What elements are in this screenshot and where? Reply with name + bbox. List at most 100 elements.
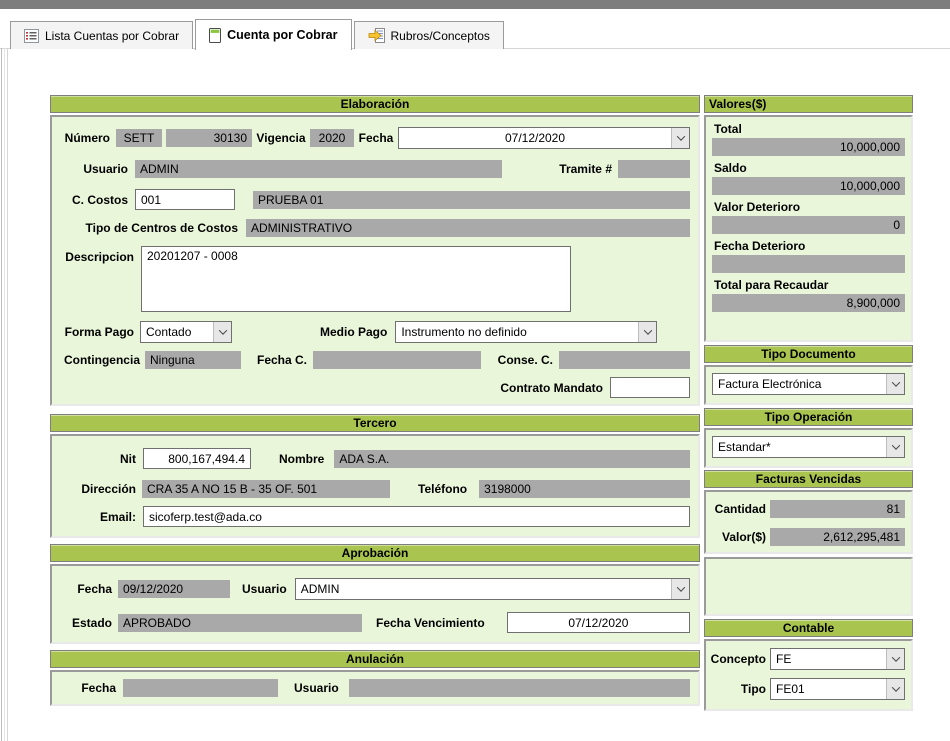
tipo-centros-label: Tipo de Centros de Costos xyxy=(60,221,238,235)
concepto-label: Concepto xyxy=(708,652,766,666)
tab-lista-cuentas-por-cobrar[interactable]: Lista Cuentas por Cobrar xyxy=(10,21,193,49)
total-label: Total xyxy=(714,122,905,136)
c-costos-input[interactable] xyxy=(135,189,235,210)
saldo-field: 10,000,000 xyxy=(712,177,905,195)
valor-deterioro-field: 0 xyxy=(712,216,905,234)
section-header-valores: Valores($) xyxy=(704,95,913,113)
empty-panel xyxy=(704,557,913,616)
fecha-vencimiento-input[interactable] xyxy=(507,612,690,633)
tramite-field xyxy=(618,160,690,178)
total-field: 10,000,000 xyxy=(712,138,905,156)
side-column: Valores($) Total 10,000,000 Saldo 10,000… xyxy=(704,95,913,711)
section-header-tercero: Tercero xyxy=(50,414,700,432)
tab-cuenta-por-cobrar[interactable]: Cuenta por Cobrar xyxy=(195,19,351,50)
tab-bar: Lista Cuentas por Cobrar Cuenta por Cobr… xyxy=(10,18,504,49)
estado-field: APROBADO xyxy=(118,614,362,632)
forma-pago-combobox[interactable]: Contado xyxy=(140,321,232,343)
telefono-field: 3198000 xyxy=(479,480,690,498)
fecha-c-label: Fecha C. xyxy=(249,353,307,367)
section-header-facturas-vencidas: Facturas Vencidas xyxy=(704,470,913,488)
section-header-elaboracion: Elaboración xyxy=(50,95,700,113)
window-top-strip xyxy=(0,0,950,9)
fecha-vencimiento-label: Fecha Vencimiento xyxy=(376,616,485,630)
medio-pago-label: Medio Pago xyxy=(320,325,387,339)
valor-label: Valor($) xyxy=(708,530,766,544)
chevron-down-icon[interactable] xyxy=(213,322,231,342)
usuario-label: Usuario xyxy=(60,162,128,176)
fecha-deterioro-label: Fecha Deterioro xyxy=(714,239,905,253)
anulacion-usuario-label: Usuario xyxy=(294,681,339,695)
vigencia-field: 2020 xyxy=(310,129,354,147)
cantidad-label: Cantidad xyxy=(708,502,766,516)
anulacion-usuario-field xyxy=(349,679,690,697)
direccion-label: Dirección xyxy=(60,482,136,496)
tipo-documento-combobox[interactable]: Factura Electrónica xyxy=(712,373,905,395)
tab-label: Lista Cuentas por Cobrar xyxy=(45,29,179,43)
aprobacion-usuario-label: Usuario xyxy=(242,582,287,596)
tipo-operacion-value: Estandar* xyxy=(713,437,886,457)
vigencia-label: Vigencia xyxy=(252,131,310,145)
aprobacion-fecha-label: Fecha xyxy=(60,582,112,596)
c-costos-name-field: PRUEBA 01 xyxy=(253,191,690,209)
forma-pago-value: Contado xyxy=(141,322,213,342)
fecha-deterioro-field xyxy=(712,255,905,273)
cantidad-field: 81 xyxy=(770,500,905,518)
usuario-field: ADMIN xyxy=(135,160,502,178)
section-facturas-vencidas: Cantidad 81 Valor($) 2,612,295,481 xyxy=(704,490,913,554)
anulacion-fecha-label: Fecha xyxy=(60,681,116,695)
chevron-down-icon[interactable] xyxy=(886,679,904,699)
aprobacion-usuario-combobox[interactable]: ADMIN xyxy=(295,578,690,600)
section-anulacion: Fecha Usuario xyxy=(50,670,700,706)
concepto-combobox[interactable]: FE xyxy=(770,648,905,670)
chevron-down-icon[interactable] xyxy=(671,128,689,148)
saldo-label: Saldo xyxy=(714,161,905,175)
total-recaudar-label: Total para Recaudar xyxy=(714,278,905,292)
section-aprobacion: Fecha 09/12/2020 Usuario ADMIN Estado AP… xyxy=(50,564,700,644)
contrato-mandato-input[interactable] xyxy=(610,377,690,398)
chevron-down-icon[interactable] xyxy=(886,374,904,394)
medio-pago-combobox[interactable]: Instrumento no definido xyxy=(395,321,657,343)
panel-left-edge xyxy=(1,48,5,741)
medio-pago-value: Instrumento no definido xyxy=(396,322,638,342)
section-contable: Concepto FE Tipo FE01 xyxy=(704,639,913,711)
c-costos-label: C. Costos xyxy=(60,193,128,207)
main-form-column: Elaboración Número SETT 30130 Vigencia 2… xyxy=(50,95,700,706)
tipo-centros-field: ADMINISTRATIVO xyxy=(246,219,690,237)
aprobacion-fecha-field: 09/12/2020 xyxy=(118,580,230,598)
tipo-combobox[interactable]: FE01 xyxy=(770,678,905,700)
fecha-label: Fecha xyxy=(354,131,398,145)
chevron-down-icon[interactable] xyxy=(671,579,689,599)
chevron-down-icon[interactable] xyxy=(886,649,904,669)
section-header-aprobacion: Aprobación xyxy=(50,544,700,562)
numero-label: Número xyxy=(60,131,110,145)
list-icon xyxy=(24,29,39,43)
descripcion-textarea[interactable]: 20201207 - 0008 xyxy=(141,246,571,312)
section-header-tipo-documento: Tipo Documento xyxy=(704,345,913,363)
arrow-doc-icon xyxy=(368,28,385,43)
nit-input[interactable] xyxy=(143,448,251,469)
valor-field: 2,612,295,481 xyxy=(770,528,905,546)
tramite-label: Tramite # xyxy=(502,162,618,176)
chevron-down-icon[interactable] xyxy=(638,322,656,342)
concepto-value: FE xyxy=(771,649,886,669)
tab-label: Cuenta por Cobrar xyxy=(227,28,337,42)
tipo-operacion-combobox[interactable]: Estandar* xyxy=(712,436,905,458)
tab-rubros-conceptos[interactable]: Rubros/Conceptos xyxy=(354,21,504,49)
fecha-combobox[interactable]: 07/12/2020 xyxy=(398,127,690,149)
tab-label: Rubros/Conceptos xyxy=(391,29,490,43)
anulacion-fecha-field xyxy=(123,679,278,697)
tipo-value: FE01 xyxy=(771,679,886,699)
section-tipo-documento: Factura Electrónica xyxy=(704,365,913,405)
forma-pago-label: Forma Pago xyxy=(60,325,134,339)
contingencia-label: Contingencia xyxy=(60,353,140,367)
numero-field: 30130 xyxy=(166,129,252,147)
nit-label: Nit xyxy=(60,452,136,466)
nombre-field: ADA S.A. xyxy=(334,450,690,468)
estado-label: Estado xyxy=(60,616,112,630)
tipo-documento-value: Factura Electrónica xyxy=(713,374,886,394)
section-tipo-operacion: Estandar* xyxy=(704,428,913,468)
descripcion-label: Descripcion xyxy=(60,250,134,264)
email-input[interactable] xyxy=(143,506,690,527)
chevron-down-icon[interactable] xyxy=(886,437,904,457)
form-icon xyxy=(209,28,221,43)
